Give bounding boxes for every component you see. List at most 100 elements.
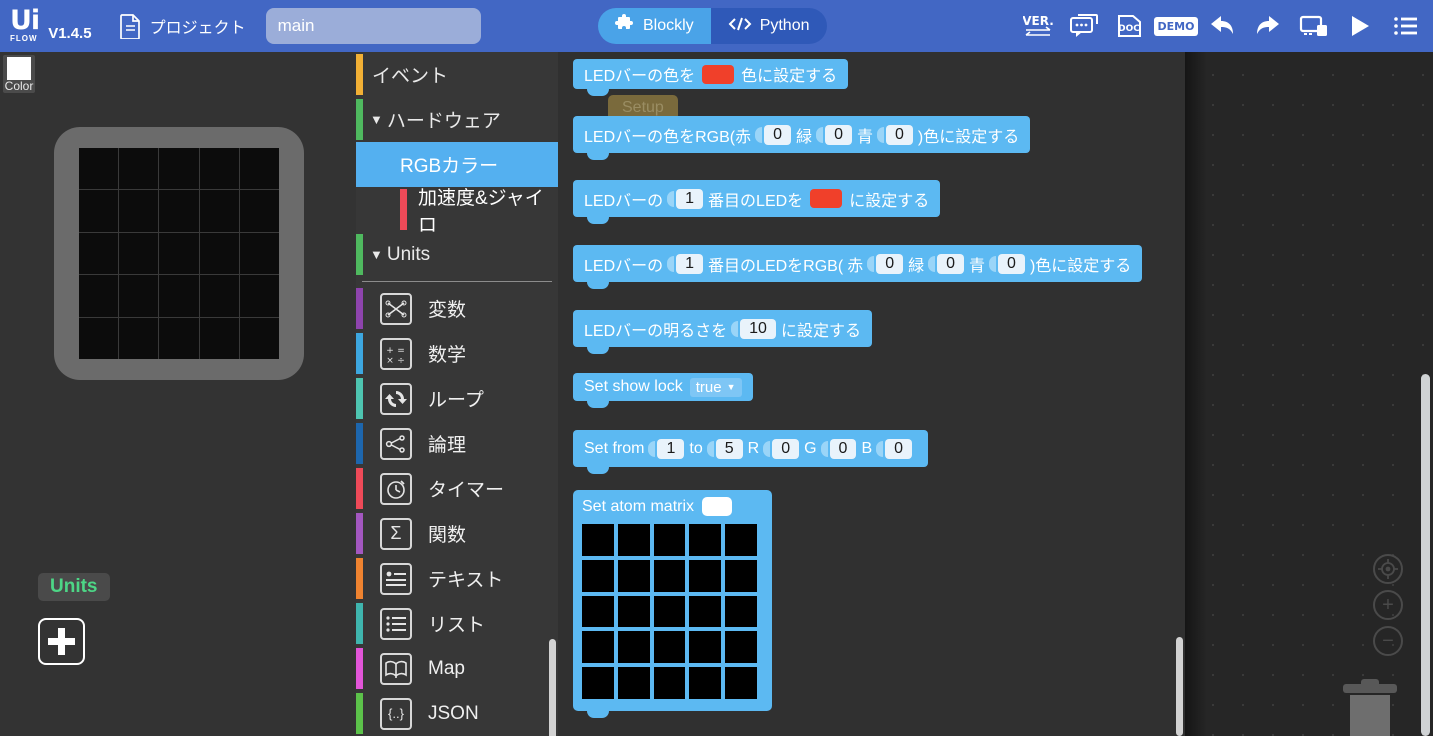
tree-item-math[interactable]: + = × ÷ 数学 xyxy=(356,331,558,376)
atom-matrix-cell[interactable] xyxy=(582,524,614,556)
device-led-cell[interactable] xyxy=(239,148,279,190)
block-set-ledbar-color-rgb[interactable]: LEDバーの色をRGB(赤 0 緑 0 青 0 )色に設定する xyxy=(573,116,1031,160)
device-led-cell[interactable] xyxy=(119,148,159,190)
atom-matrix-cell[interactable] xyxy=(653,631,686,664)
device-led-cell[interactable] xyxy=(239,317,279,359)
atom-matrix-cell[interactable] xyxy=(725,667,757,699)
color-picker-button[interactable]: Color xyxy=(3,55,35,93)
field-green[interactable]: 0 xyxy=(825,124,852,145)
atom-matrix-cell[interactable] xyxy=(582,631,614,664)
tab-python[interactable]: Python xyxy=(710,8,827,44)
field-blue[interactable]: 0 xyxy=(885,124,913,145)
run-icon[interactable] xyxy=(1345,11,1375,41)
atom-matrix-cell[interactable] xyxy=(689,631,722,664)
atom-matrix-cell[interactable] xyxy=(725,595,757,628)
atom-matrix-grid[interactable] xyxy=(582,524,757,699)
tree-item-variables[interactable]: 変数 xyxy=(356,286,558,331)
device-led-cell[interactable] xyxy=(199,275,239,317)
device-icon[interactable] xyxy=(1299,11,1329,41)
device-led-cell[interactable] xyxy=(119,317,159,359)
color-swatch-white[interactable] xyxy=(702,497,733,516)
blockly-workspace[interactable]: Setup LEDバーの色を 色に設定する LEDバーの色をRGB(赤 0 緑 … xyxy=(558,52,1433,736)
tree-scrollbar[interactable] xyxy=(549,639,556,736)
device-led-cell[interactable] xyxy=(239,232,279,275)
tree-item-accel-gyro[interactable]: 加速度&ジャイロ xyxy=(356,187,558,236)
device-led-cell[interactable] xyxy=(239,190,279,232)
field-blue[interactable]: 0 xyxy=(998,253,1025,274)
atom-matrix-cell[interactable] xyxy=(617,595,650,628)
block-set-nth-led-color[interactable]: LEDバーの 1 番目のLEDを に設定する xyxy=(573,180,941,224)
atom-matrix-cell[interactable] xyxy=(725,631,757,664)
device-led-cell[interactable] xyxy=(79,190,119,232)
tree-item-list[interactable]: リスト xyxy=(356,601,558,646)
dropdown-show-lock[interactable]: true ▼ xyxy=(689,377,742,397)
zoom-in-button[interactable]: + xyxy=(1373,590,1403,620)
atom-matrix-cell[interactable] xyxy=(582,595,614,628)
device-led-cell[interactable] xyxy=(119,190,159,232)
block-flyout[interactable]: Setup LEDバーの色を 色に設定する LEDバーの色をRGB(赤 0 緑 … xyxy=(558,52,1185,736)
center-view-button[interactable] xyxy=(1373,554,1403,584)
block-set-nth-led-rgb[interactable]: LEDバーの 1 番目のLEDをRGB( 赤 0 緑 0 青 0 )色に設定する xyxy=(573,245,1143,289)
atom-matrix-cell[interactable] xyxy=(689,667,722,699)
tree-item-rgb-color[interactable]: RGBカラー xyxy=(356,142,558,187)
block-set-atom-matrix[interactable]: Set atom matrix xyxy=(573,490,772,718)
device-led-cell[interactable] xyxy=(159,317,199,359)
device-led-cell[interactable] xyxy=(119,275,159,317)
field-to[interactable]: 5 xyxy=(715,438,743,459)
tree-item-timer[interactable]: タイマー xyxy=(356,466,558,511)
atom-matrix-cell[interactable] xyxy=(653,559,686,592)
field-green[interactable]: 0 xyxy=(937,253,965,274)
block-set-ledbar-color[interactable]: LEDバーの色を 色に設定する xyxy=(573,59,849,96)
device-led-cell[interactable] xyxy=(79,148,119,190)
color-swatch-red[interactable] xyxy=(810,189,843,208)
atom-matrix-cell[interactable] xyxy=(617,559,650,592)
version-icon[interactable]: VER. xyxy=(1023,11,1053,41)
field-brightness[interactable]: 10 xyxy=(740,318,776,339)
tree-item-logic[interactable]: 論理 xyxy=(356,421,558,466)
device-led-matrix[interactable] xyxy=(79,148,279,359)
doc-icon[interactable]: DOC xyxy=(1115,11,1145,41)
device-led-cell[interactable] xyxy=(79,232,119,275)
field-g[interactable]: 0 xyxy=(829,438,857,459)
tree-item-hardware[interactable]: ▼ ハードウェア xyxy=(356,97,558,142)
device-illustration[interactable] xyxy=(54,127,304,380)
atom-matrix-cell[interactable] xyxy=(689,524,722,556)
tree-item-functions[interactable]: Σ 関数 xyxy=(356,511,558,556)
field-index[interactable]: 1 xyxy=(676,253,704,274)
workspace-scrollbar[interactable] xyxy=(1421,374,1430,736)
flyout-scrollbar[interactable] xyxy=(1176,637,1183,736)
device-led-cell[interactable] xyxy=(199,317,239,359)
tree-item-events[interactable]: イベント xyxy=(356,52,558,97)
atom-matrix-cell[interactable] xyxy=(617,524,650,556)
atom-matrix-cell[interactable] xyxy=(617,631,650,664)
atom-matrix-cell[interactable] xyxy=(653,595,686,628)
device-led-cell[interactable] xyxy=(159,232,199,275)
redo-icon[interactable] xyxy=(1253,11,1283,41)
tree-item-map[interactable]: Map xyxy=(356,646,558,691)
device-led-cell[interactable] xyxy=(79,275,119,317)
device-led-cell[interactable] xyxy=(119,232,159,275)
menu-icon[interactable] xyxy=(1391,11,1421,41)
device-led-cell[interactable] xyxy=(159,275,199,317)
undo-icon[interactable] xyxy=(1207,11,1237,41)
atom-matrix-cell[interactable] xyxy=(689,595,722,628)
atom-matrix-cell[interactable] xyxy=(582,559,614,592)
zoom-out-button[interactable]: − xyxy=(1373,626,1403,656)
field-b[interactable]: 0 xyxy=(885,438,913,459)
tree-item-json[interactable]: {..} JSON xyxy=(356,691,558,736)
tree-item-units[interactable]: ▼ Units xyxy=(356,232,558,277)
block-set-show-lock[interactable]: Set show lock true ▼ xyxy=(573,373,753,408)
device-led-cell[interactable] xyxy=(199,148,239,190)
tree-item-loops[interactable]: ループ xyxy=(356,376,558,421)
atom-matrix-cell[interactable] xyxy=(725,524,757,556)
device-led-cell[interactable] xyxy=(199,232,239,275)
device-led-cell[interactable] xyxy=(239,275,279,317)
device-led-cell[interactable] xyxy=(199,190,239,232)
category-tree-panel[interactable]: イベント ▼ ハードウェア RGBカラー 加速度&ジャイロ ▼ Units 変数 xyxy=(356,52,558,736)
color-swatch-red[interactable] xyxy=(702,64,735,84)
atom-matrix-cell[interactable] xyxy=(725,559,757,592)
atom-matrix-cell[interactable] xyxy=(653,667,686,699)
comment-icon[interactable] xyxy=(1069,11,1099,41)
field-red[interactable]: 0 xyxy=(876,253,904,274)
atom-matrix-cell[interactable] xyxy=(582,667,614,699)
